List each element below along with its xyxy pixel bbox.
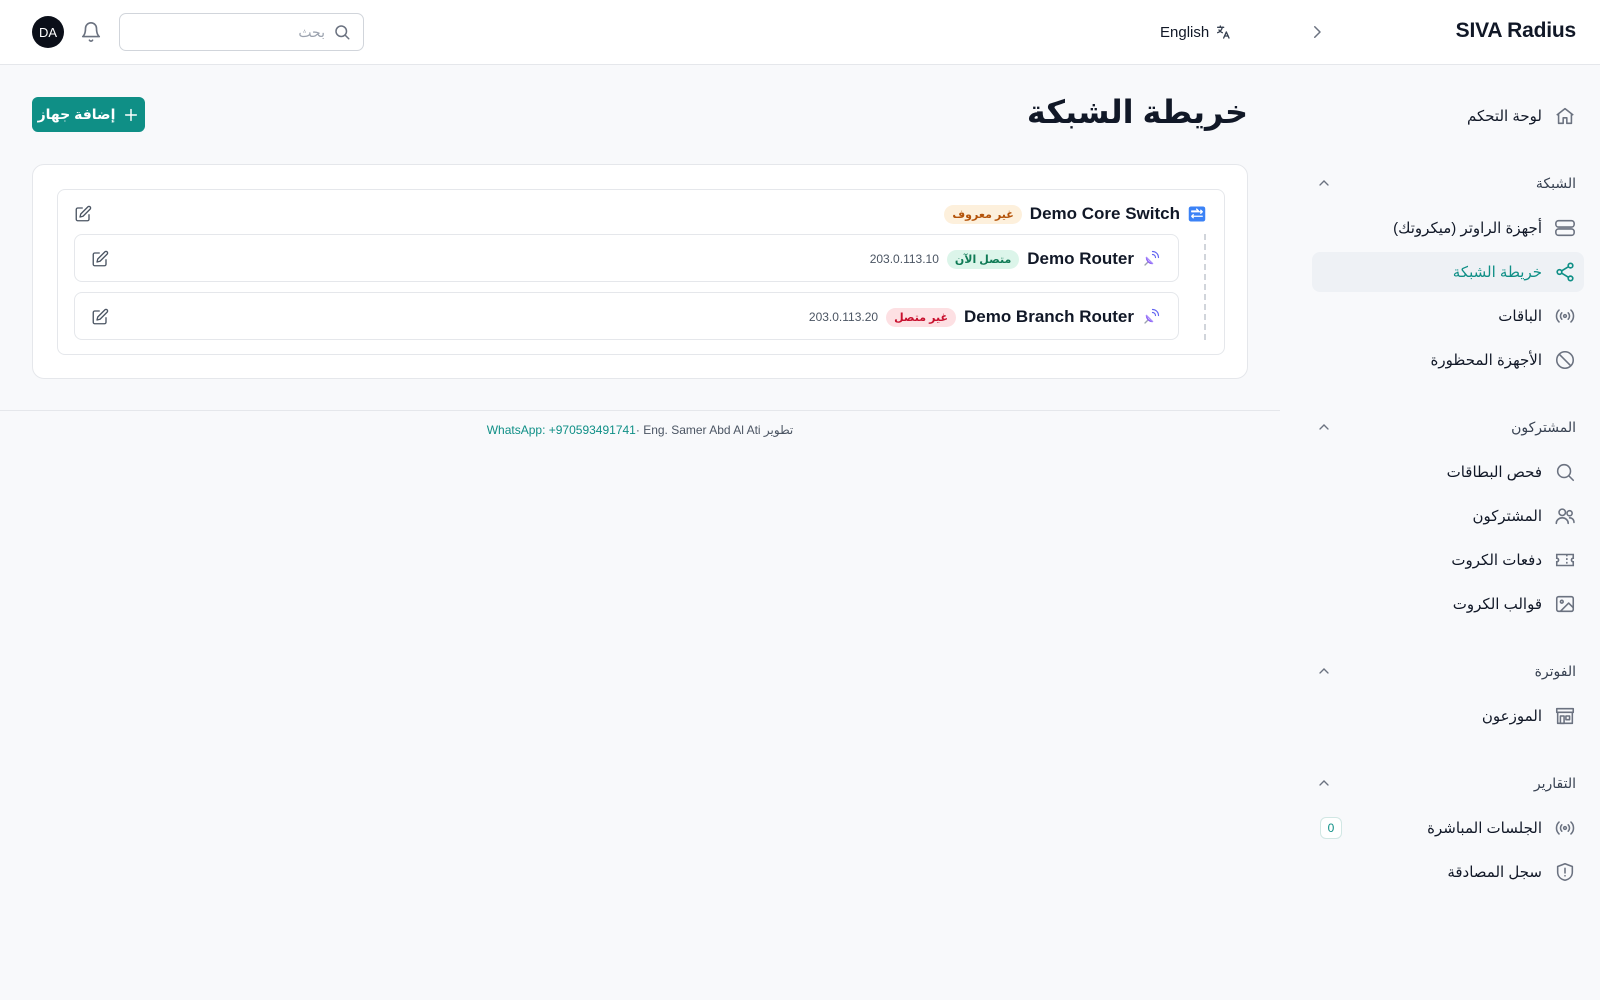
broadcast-icon <box>1554 305 1576 327</box>
notifications-button[interactable] <box>80 21 102 43</box>
section-network-label: الشبكة <box>1535 174 1576 191</box>
users-icon <box>1554 505 1576 527</box>
server-icon <box>1554 217 1576 239</box>
chevron-up-icon <box>1319 424 1329 430</box>
whatsapp-link[interactable]: WhatsApp: +970593491741 <box>487 423 636 437</box>
sidebar-item-network-map[interactable]: خريطة الشبكة <box>1312 252 1584 292</box>
sidebar-toggle-button[interactable] <box>1305 20 1329 44</box>
search-icon <box>1554 461 1576 483</box>
avatar[interactable]: DA <box>32 16 64 48</box>
sidebar-item-label: فحص البطاقات <box>1446 464 1542 481</box>
switch-node: غير معروف Demo Core Switch 203.0.113.10 … <box>57 189 1225 355</box>
footer: WhatsApp: +970593491741تطوير Eng. Samer … <box>0 423 1280 437</box>
router-node: 203.0.113.20 غير متصل Demo Branch Router <box>74 292 1179 340</box>
sidebar-item-label: أجهزة الراوتر (ميكروتك) <box>1393 220 1542 237</box>
broadcast-icon <box>1554 817 1576 839</box>
section-reports-label: التقارير <box>1533 774 1576 791</box>
sidebar-item-routers[interactable]: أجهزة الراوتر (ميكروتك) <box>1312 208 1584 248</box>
sidebar-item-label: الموزعون <box>1481 708 1542 725</box>
sidebar-item-card-check[interactable]: فحص البطاقات <box>1312 452 1584 492</box>
sidebar: لوحة التحكم الشبكة أجهزة الراوتر (ميكروت… <box>1280 65 1600 1000</box>
sidebar-item-auth-log[interactable]: سجل المصادقة <box>1312 852 1584 892</box>
live-sessions-count-badge: 0 <box>1320 817 1342 839</box>
status-badge: متصل الآن <box>946 249 1020 269</box>
home-icon <box>1554 105 1576 127</box>
edit-icon[interactable] <box>91 250 109 268</box>
router-node: 203.0.113.10 متصل الآن Demo Router <box>74 234 1179 282</box>
bell-icon <box>81 22 101 42</box>
section-billing-label: الفوترة <box>1534 662 1576 679</box>
language-label: English <box>1160 23 1210 41</box>
language-switch-button[interactable]: English <box>1160 21 1231 43</box>
sidebar-item-label: دفعات الكروت <box>1451 552 1542 569</box>
device-name[interactable]: Demo Branch Router <box>964 307 1134 327</box>
share-icon <box>1554 261 1576 283</box>
sidebar-item-label: قوالب الكروت <box>1452 596 1542 613</box>
sidebar-item-live-sessions[interactable]: 0 الجلسات المباشرة <box>1312 808 1584 848</box>
sidebar-item-label: لوحة التحكم <box>1466 108 1542 125</box>
section-network-toggle[interactable]: الشبكة <box>1312 171 1576 195</box>
sidebar-item-label: الجلسات المباشرة <box>1427 820 1542 837</box>
router-ip: 203.0.113.10 <box>869 252 939 266</box>
sidebar-item-label: المشتركون <box>1472 508 1543 525</box>
status-badge: غير معروف <box>944 204 1022 224</box>
brand-logo[interactable]: SIVA Radius <box>1456 19 1577 43</box>
section-reports-toggle[interactable]: التقارير <box>1312 771 1576 795</box>
sidebar-item-subscribers[interactable]: المشتركون <box>1312 496 1584 536</box>
section-billing-toggle[interactable]: الفوترة <box>1312 659 1576 683</box>
sidebar-item-card-batches[interactable]: دفعات الكروت <box>1312 540 1584 580</box>
sidebar-item-label: الأجهزة المحظورة <box>1430 352 1542 369</box>
sidebar-item-blocked-devices[interactable]: الأجهزة المحظورة <box>1312 340 1584 380</box>
search-input[interactable] <box>145 24 325 40</box>
footer-divider <box>0 410 1280 411</box>
page-title: خريطة الشبكة <box>1026 94 1248 130</box>
chevron-up-icon <box>1319 668 1329 674</box>
network-map-card: غير معروف Demo Core Switch 203.0.113.10 … <box>32 164 1248 379</box>
footer-credit: تطوير Eng. Samer Abd Al Ati · <box>635 423 794 437</box>
router-row: 203.0.113.20 غير متصل Demo Branch Router <box>809 305 1160 329</box>
chevron-up-icon <box>1319 780 1329 786</box>
sidebar-item-card-templates[interactable]: قوالب الكروت <box>1312 584 1584 624</box>
device-name[interactable]: Demo Router <box>1027 249 1134 269</box>
top-bar: SIVA Radius English DA <box>0 0 1600 65</box>
chevron-up-icon <box>1319 180 1329 186</box>
image-icon <box>1554 593 1576 615</box>
sidebar-item-distributors[interactable]: الموزعون <box>1312 696 1584 736</box>
section-subscribers-toggle[interactable]: المشتركون <box>1312 415 1576 439</box>
edit-icon[interactable] <box>74 205 92 223</box>
router-row: 203.0.113.10 متصل الآن Demo Router <box>870 247 1160 271</box>
chevron-right-icon <box>1314 26 1321 38</box>
add-device-button[interactable]: إضافة جهاز <box>32 97 145 132</box>
switch-icon <box>1188 206 1206 222</box>
satellite-dish-icon <box>1144 308 1160 324</box>
sidebar-item-label: سجل المصادقة <box>1447 864 1542 881</box>
translate-icon <box>1217 25 1230 39</box>
ticket-icon <box>1554 549 1576 571</box>
switch-row: غير معروف Demo Core Switch <box>944 202 1206 226</box>
store-icon <box>1554 705 1576 727</box>
add-device-label: إضافة جهاز <box>37 106 116 122</box>
search-box[interactable] <box>119 13 364 51</box>
shield-alert-icon <box>1554 861 1576 883</box>
tree-connector <box>1204 234 1206 340</box>
plus-icon <box>125 108 138 121</box>
ban-icon <box>1554 349 1576 371</box>
satellite-dish-icon <box>1144 250 1160 266</box>
sidebar-item-packages[interactable]: الباقات <box>1312 296 1584 336</box>
sidebar-item-label: خريطة الشبكة <box>1452 264 1542 281</box>
edit-icon[interactable] <box>91 308 109 326</box>
status-badge: غير متصل <box>886 307 956 327</box>
router-ip: 203.0.113.20 <box>808 310 879 324</box>
section-subscribers-label: المشتركون <box>1511 418 1576 435</box>
search-icon <box>335 25 350 40</box>
sidebar-item-label: الباقات <box>1498 308 1542 325</box>
device-name[interactable]: Demo Core Switch <box>1030 204 1180 224</box>
sidebar-item-dashboard[interactable]: لوحة التحكم <box>1312 96 1584 136</box>
